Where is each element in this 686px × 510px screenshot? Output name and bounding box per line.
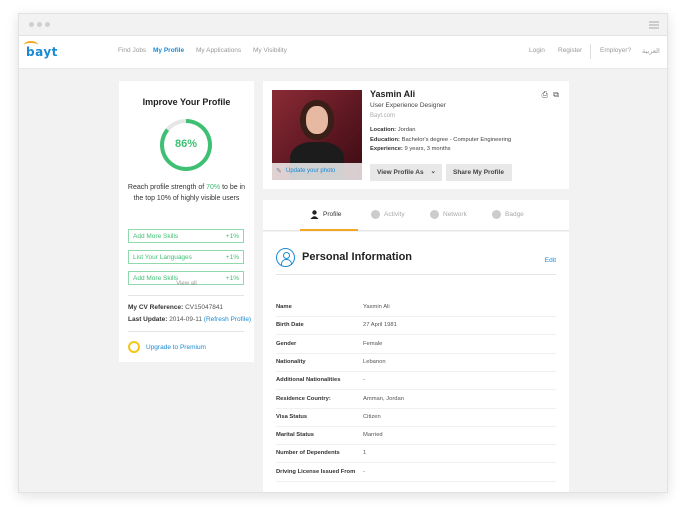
profile-site: Bayt.com [370,113,396,119]
view-all-link[interactable]: View all [119,281,254,287]
table-row: Residence Country: Amman, Jordan [276,391,556,409]
table-row: Name Yasmin Ali [276,299,556,317]
nav-divider [590,44,591,59]
nav-my-visibility[interactable]: My Visibility [253,47,287,54]
nav-my-profile[interactable]: My Profile [153,47,184,54]
profile-title: User Experience Designer [370,102,446,109]
section-title: Personal Information [302,251,413,263]
field-label: Driving License Issued From [276,468,356,475]
field-value: Lebanon [363,358,386,365]
premium-icon [128,341,140,353]
divider [128,331,244,332]
list-languages-button[interactable]: List Your Languages +1% [128,250,244,264]
field-value: 1 [363,450,367,457]
view-profile-as-button[interactable]: View Profile As ⌄ [370,164,442,181]
print-icon[interactable]: ⎙ [542,90,548,100]
field-label: Visa Status [276,413,308,420]
profile-strength-ring: 86% [160,119,212,171]
nav-register[interactable]: Register [558,47,582,54]
field-value: Citizen [363,413,381,420]
window-dot [37,22,42,27]
field-value: - [363,468,365,475]
hamburger-icon[interactable] [649,21,659,29]
field-label: Number of Dependents [276,450,340,457]
profile-location: Location: Jordan [370,127,416,133]
cv-reference: My CV Reference: CV15047841 [128,304,224,311]
field-label: Nationality [276,358,306,365]
tab-network[interactable]: Network [430,210,467,219]
table-row: Nationality Lebanon [276,354,556,372]
nav-find-jobs[interactable]: Find Jobs [118,47,146,54]
profile-name: Yasmin Ali [370,89,416,99]
table-row: Driving License Issued From - [276,464,556,482]
field-label: Name [276,304,292,310]
chevron-down-icon: ⌄ [430,168,436,175]
table-row: Visa Status Citizen [276,409,556,427]
edit-link[interactable]: Edit [545,257,556,264]
badge-icon [492,210,501,219]
pencil-icon: ✎ [276,168,282,175]
last-update: Last Update: 2014-09-11 (Refresh Profile… [128,316,252,323]
nav-my-applications[interactable]: My Applications [196,47,241,54]
table-row: Number of Dependents 1 [276,445,556,464]
profile-experience: Experience: 9 years, 3 months [370,146,451,152]
field-value: Married [363,432,383,439]
reach-text: Reach profile strength of 70% to be in t… [127,184,246,202]
nav-arabic[interactable]: العربية [642,47,660,55]
profile-photo: ✎ Update your photo [272,90,362,180]
add-skills-button[interactable]: Add More Skills +1% [128,229,244,243]
divider [128,295,244,296]
tab-badge[interactable]: Badge [492,210,524,219]
profile-strength-percent: 86% [174,138,198,150]
update-photo-button[interactable]: ✎ Update your photo [272,163,362,180]
tab-activity[interactable]: Activity [371,210,405,219]
improve-profile-card: Improve Your Profile 86% Reach profile s… [119,81,254,362]
table-row: Marital Status Married [276,427,556,446]
divider [276,274,556,275]
nav-login[interactable]: Login [529,47,545,54]
network-icon [430,210,439,219]
user-icon [310,210,319,219]
field-label: Marital Status [276,432,315,439]
active-tab-indicator [300,229,358,231]
browser-window: bayt Find Jobs My Profile My Application… [18,13,668,493]
profile-tabs: Profile Activity Network Badge [263,200,569,231]
tab-profile[interactable]: Profile [310,210,341,219]
nav-employer[interactable]: Employer? [600,47,631,54]
field-label: Birth Date [276,322,304,329]
activity-icon [371,210,380,219]
profile-education: Education: Bachelor's degree - Computer … [370,137,512,143]
window-chrome [19,14,667,36]
refresh-profile-link[interactable]: (Refresh Profile) [204,316,251,323]
improve-title: Improve Your Profile [142,97,231,107]
upgrade-premium-link[interactable]: Upgrade to Premium [146,344,206,351]
field-label: Residence Country: [276,395,331,402]
user-circle-icon [276,248,295,267]
field-value: - [363,377,365,384]
field-label: Gender [276,340,297,347]
window-dot [45,22,50,27]
field-label: Additional Nationalities [276,377,341,384]
top-nav: bayt Find Jobs My Profile My Application… [19,36,667,69]
personal-info-card: Personal Information Edit Name Yasmin Ali… [263,232,569,492]
bayt-logo[interactable]: bayt [24,41,58,59]
table-row: Gender Female [276,336,556,354]
table-row: Additional Nationalities - [276,372,556,391]
field-value: Amman, Jordan [363,395,404,402]
profile-header-card: ✎ Update your photo Yasmin Ali User Exper… [263,81,569,189]
share-profile-button[interactable]: Share My Profile [446,164,512,181]
field-value: Yasmin Ali [363,304,390,310]
field-value: 27 April 1981 [363,322,397,329]
window-dot [29,22,34,27]
table-row: Birth Date 27 April 1981 [276,317,556,336]
copy-icon[interactable]: ⧉ [553,90,559,100]
field-value: Female [363,340,383,347]
